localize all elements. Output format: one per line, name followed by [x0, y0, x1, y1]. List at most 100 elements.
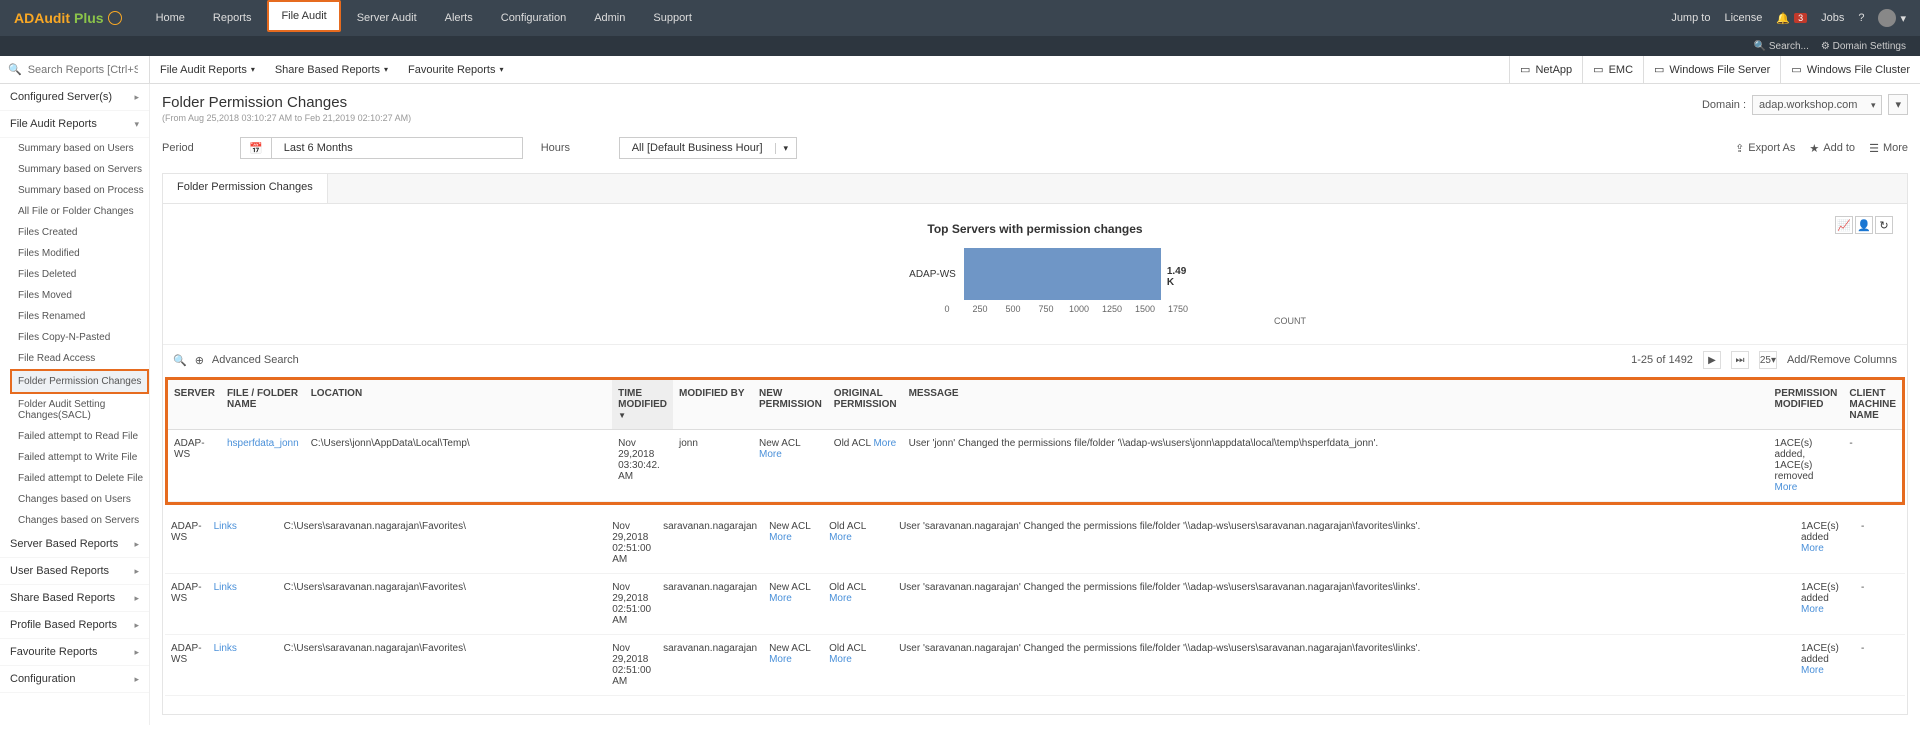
subnav-file-audit-reports[interactable]: File Audit Reports ▾	[150, 64, 265, 76]
user-menu[interactable]: ▾	[1878, 9, 1906, 27]
sidebar-item-files-copy-n-pasted[interactable]: Files Copy-N-Pasted	[0, 327, 149, 348]
sidebar-item-summary-based-on-process[interactable]: Summary based on Process	[0, 180, 149, 201]
col-file-folder-name[interactable]: FILE / FOLDER NAME	[221, 380, 305, 430]
file-link[interactable]: Links	[214, 521, 237, 532]
sidebar-item-files-moved[interactable]: Files Moved	[0, 285, 149, 306]
nav-reports[interactable]: Reports	[201, 0, 264, 36]
export-button[interactable]: ⇪ Export As	[1735, 142, 1795, 155]
col-permission-modified[interactable]: PERMISSION MODIFIED	[1769, 380, 1844, 430]
alerts-button[interactable]: 🔔3	[1776, 12, 1807, 25]
col-message[interactable]: MESSAGE	[903, 380, 1769, 430]
table-row[interactable]: ADAP-WSLinksC:\Users\saravanan.nagarajan…	[165, 513, 1905, 574]
global-search[interactable]: 🔍 Search...	[1754, 41, 1809, 52]
sidebar-item-all-file-or-folder-changes[interactable]: All File or Folder Changes	[0, 201, 149, 222]
period-select[interactable]: 📅 Last 6 Months	[240, 137, 523, 159]
sidebar-item-failed-attempt-to-write-file[interactable]: Failed attempt to Write File	[0, 447, 149, 468]
chart-tool-2[interactable]: 👤	[1855, 216, 1873, 234]
domain-dropdown[interactable]: adap.workshop.com▾	[1752, 95, 1882, 115]
nav-configuration[interactable]: Configuration	[489, 0, 578, 36]
col-location[interactable]: LOCATION	[305, 380, 612, 430]
newperm-more[interactable]: More	[769, 532, 792, 543]
file-link[interactable]: hsperfdata_jonn	[227, 438, 299, 449]
sidebar-item-files-renamed[interactable]: Files Renamed	[0, 306, 149, 327]
sidebar-item-files-created[interactable]: Files Created	[0, 222, 149, 243]
pmod-more[interactable]: More	[1801, 665, 1824, 676]
newperm-more[interactable]: More	[759, 449, 782, 460]
tab-permission-changes[interactable]: Folder Permission Changes	[162, 173, 328, 203]
page-size[interactable]: 25▾	[1759, 351, 1777, 369]
sidebar-item-failed-attempt-to-read-file[interactable]: Failed attempt to Read File	[0, 426, 149, 447]
pmod-more[interactable]: More	[1801, 543, 1824, 554]
license-link[interactable]: License	[1724, 12, 1762, 24]
bar-0[interactable]	[964, 248, 1161, 300]
more-button[interactable]: ☰ More	[1869, 142, 1908, 155]
file-link[interactable]: Links	[214, 643, 237, 654]
pmod-more[interactable]: More	[1801, 604, 1824, 615]
sidebar-group-configuration[interactable]: Configuration▸	[0, 666, 149, 693]
newperm-more[interactable]: More	[769, 654, 792, 665]
sidebar-item-file-read-access[interactable]: File Read Access	[0, 348, 149, 369]
col-client-machine-name[interactable]: CLIENT MACHINE NAME	[1843, 380, 1902, 430]
sidebar-item-folder-audit-setting-changes-sacl-[interactable]: Folder Audit Setting Changes(SACL)	[0, 394, 149, 426]
sidebar-item-summary-based-on-users[interactable]: Summary based on Users	[0, 138, 149, 159]
search-input[interactable]	[28, 64, 138, 76]
sidebar-group-configured-server-s-[interactable]: Configured Server(s)▸	[0, 84, 149, 111]
sidebar-group-favourite-reports[interactable]: Favourite Reports▸	[0, 639, 149, 666]
table-row[interactable]: ADAP-WSLinksC:\Users\saravanan.nagarajan…	[165, 574, 1905, 635]
subnav-share-based-reports[interactable]: Share Based Reports ▾	[265, 64, 398, 76]
sidebar-group-server-based-reports[interactable]: Server Based Reports▸	[0, 531, 149, 558]
subnav-favourite-reports[interactable]: Favourite Reports ▾	[398, 64, 513, 76]
platform-windows-file-cluster[interactable]: ▭ Windows File Cluster	[1780, 56, 1920, 84]
sidebar-group-file-audit-reports[interactable]: File Audit Reports▾	[0, 111, 149, 138]
nav-alerts[interactable]: Alerts	[433, 0, 485, 36]
help-button[interactable]: ?	[1858, 12, 1864, 24]
file-link[interactable]: Links	[214, 582, 237, 593]
oldperm-more[interactable]: More	[829, 654, 852, 665]
sidebar-item-changes-based-on-servers[interactable]: Changes based on Servers	[0, 510, 149, 531]
oldperm-more[interactable]: More	[873, 438, 896, 449]
sidebar-item-files-modified[interactable]: Files Modified	[0, 243, 149, 264]
nav-admin[interactable]: Admin	[582, 0, 637, 36]
sidebar-group-profile-based-reports[interactable]: Profile Based Reports▸	[0, 612, 149, 639]
addto-button[interactable]: ★ Add to	[1809, 142, 1855, 155]
sidebar-group-share-based-reports[interactable]: Share Based Reports▸	[0, 585, 149, 612]
oldperm-more[interactable]: More	[829, 532, 852, 543]
sidebar-item-failed-attempt-to-delete-file[interactable]: Failed attempt to Delete File	[0, 468, 149, 489]
sidebar-group-user-based-reports[interactable]: User Based Reports▸	[0, 558, 149, 585]
col-modified-by[interactable]: MODIFIED BY	[673, 380, 753, 430]
page-last[interactable]: ⏭	[1731, 351, 1749, 369]
col-original-permission[interactable]: ORIGINAL PERMISSION	[828, 380, 903, 430]
table-row[interactable]: ADAP-WSLinksC:\Users\saravanan.nagarajan…	[165, 635, 1905, 696]
pmod-more[interactable]: More	[1775, 482, 1798, 493]
chart-tool-1[interactable]: 📈	[1835, 216, 1853, 234]
sidebar-item-summary-based-on-servers[interactable]: Summary based on Servers	[0, 159, 149, 180]
platform-emc[interactable]: ▭ EMC	[1582, 56, 1643, 84]
sidebar-item-changes-based-on-users[interactable]: Changes based on Users	[0, 489, 149, 510]
add-remove-cols[interactable]: Add/Remove Columns	[1787, 354, 1897, 366]
col-time-modified[interactable]: TIME MODIFIED▼	[612, 380, 673, 430]
col-server[interactable]: SERVER	[168, 380, 221, 430]
report-search[interactable]: 🔍	[0, 56, 150, 83]
platform-windows-file-server[interactable]: ▭ Windows File Server	[1643, 56, 1780, 84]
newperm-more[interactable]: More	[769, 593, 792, 604]
nav-file-audit[interactable]: File Audit	[267, 0, 340, 32]
jump-to-link[interactable]: Jump to	[1671, 12, 1710, 24]
advanced-search[interactable]: Advanced Search	[212, 354, 299, 366]
domain-settings[interactable]: ⚙ Domain Settings	[1821, 41, 1906, 52]
platform-netapp[interactable]: ▭ NetApp	[1509, 56, 1582, 84]
chart-tool-3[interactable]: ↻	[1875, 216, 1893, 234]
table-row[interactable]: ADAP-WShsperfdata_jonnC:\Users\jonn\AppD…	[168, 430, 1902, 502]
nav-home[interactable]: Home	[144, 0, 197, 36]
table-search-icon[interactable]: 🔍	[173, 354, 187, 367]
col-new-permission[interactable]: NEW PERMISSION	[753, 380, 828, 430]
sidebar-item-folder-permission-changes[interactable]: Folder Permission Changes	[10, 369, 149, 394]
domain-extra-dropdown[interactable]: ▾	[1888, 94, 1908, 115]
nav-server-audit[interactable]: Server Audit	[345, 0, 429, 36]
table-filter-icon[interactable]: ⊕	[195, 354, 204, 367]
page-next[interactable]: ▶	[1703, 351, 1721, 369]
oldperm-more[interactable]: More	[829, 593, 852, 604]
jobs-link[interactable]: Jobs	[1821, 12, 1844, 24]
hours-select[interactable]: All [Default Business Hour] ▾	[619, 137, 797, 159]
nav-support[interactable]: Support	[641, 0, 704, 36]
sidebar-item-files-deleted[interactable]: Files Deleted	[0, 264, 149, 285]
